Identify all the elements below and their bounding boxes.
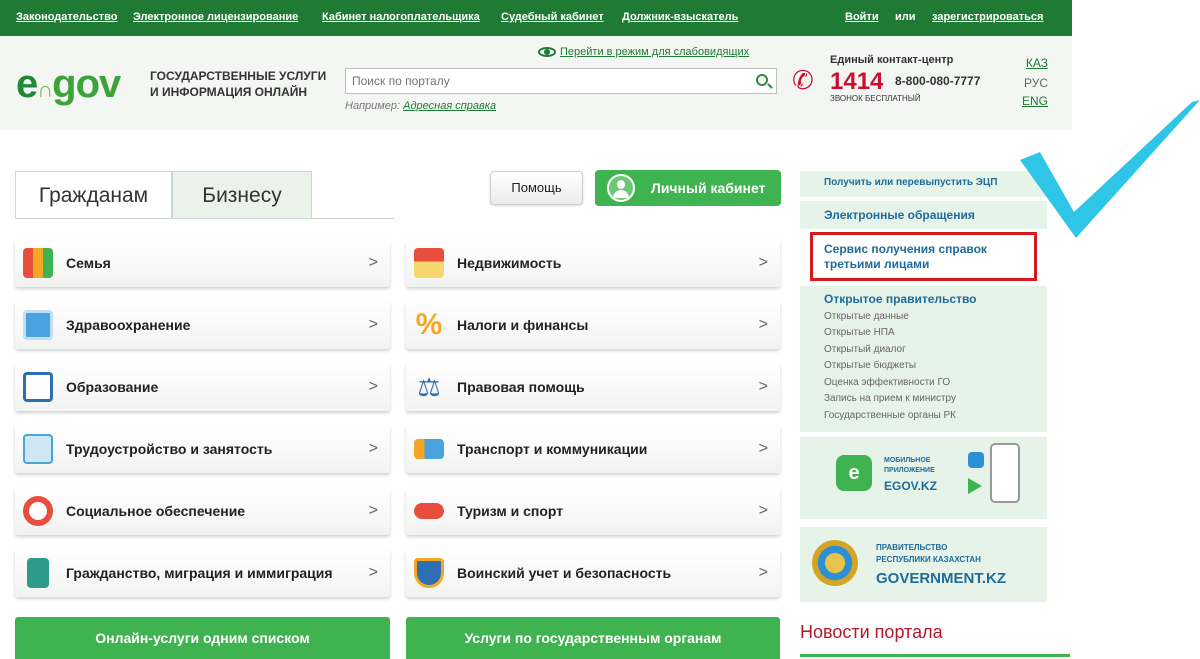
gov-label-line2: РЕСПУБЛИКИ КАЗАХСТАН	[876, 555, 981, 564]
news-underline	[800, 654, 1070, 657]
first-aid-icon	[23, 310, 53, 340]
category-taxes[interactable]: % Налоги и финансы >	[406, 301, 780, 349]
chevron-right-icon: >	[368, 316, 378, 333]
app-label-line2: ПРИЛОЖЕНИЕ	[884, 467, 935, 474]
top-nav: Законодательство Электронное лицензирова…	[0, 0, 1072, 36]
lang-kaz[interactable]: КАЗ	[1010, 56, 1048, 70]
passport-icon	[27, 558, 49, 588]
chevron-right-icon: >	[368, 502, 378, 519]
contact-short-number: 1414	[830, 68, 884, 95]
egov-app-icon: e	[836, 455, 872, 491]
chevron-right-icon: >	[758, 564, 768, 581]
category-transport[interactable]: Транспорт и коммуникации >	[406, 425, 780, 473]
app-name: EGOV.KZ	[884, 479, 937, 493]
contact-center-title: Единый контакт-центр	[830, 54, 954, 66]
open-gov-item[interactable]: Открытый диалог	[824, 344, 906, 355]
category-legal-aid[interactable]: ⚖ Правовая помощь >	[406, 363, 780, 411]
chevron-right-icon: >	[758, 316, 768, 333]
search-example: Например: Адресная справка	[345, 100, 497, 112]
category-military[interactable]: Воинский учет и безопасность >	[406, 549, 780, 597]
lang-rus[interactable]: РУС	[1010, 76, 1048, 90]
nav-link-court[interactable]: Судебный кабинет	[501, 11, 604, 23]
app-label-line1: МОБИЛЬНОЕ	[884, 457, 931, 464]
eye-icon	[538, 47, 556, 58]
family-icon	[23, 248, 53, 278]
chevron-right-icon: >	[368, 378, 378, 395]
header: e∩gov ГОСУДАРСТВЕННЫЕ УСЛУГИ И ИНФОРМАЦИ…	[0, 36, 1072, 130]
category-healthcare[interactable]: Здравоохранение >	[15, 301, 390, 349]
house-icon	[414, 248, 444, 278]
help-button[interactable]: Помощь	[490, 171, 583, 205]
category-tourism-sport[interactable]: Туризм и спорт >	[406, 487, 780, 535]
logo-tagline: ГОСУДАРСТВЕННЫЕ УСЛУГИ И ИНФОРМАЦИЯ ОНЛА…	[150, 69, 327, 99]
tie-icon	[23, 434, 53, 464]
category-education[interactable]: Образование >	[15, 363, 390, 411]
low-vision-link[interactable]: Перейти в режим для слабовидящих	[538, 46, 749, 58]
egov-logo[interactable]: e∩gov	[16, 64, 121, 110]
services-by-agency-button[interactable]: Услуги по государственным органам	[406, 617, 780, 659]
contact-free-label: ЗВОНОК БЕСПЛАТНЫЙ	[830, 94, 921, 103]
chevron-right-icon: >	[758, 440, 768, 457]
checkmark-icon	[1020, 100, 1200, 238]
tab-citizens[interactable]: Гражданам	[15, 171, 172, 219]
ecp-link[interactable]: Получить или перевыпустить ЭЦП	[824, 177, 997, 188]
nav-link-licensing[interactable]: Электронное лицензирование	[133, 11, 298, 23]
chevron-right-icon: >	[758, 378, 768, 395]
chevron-right-icon: >	[758, 502, 768, 519]
open-gov-item[interactable]: Оценка эффективности ГО	[824, 377, 950, 388]
online-services-list-button[interactable]: Онлайн-услуги одним списком	[15, 617, 390, 659]
search-box	[345, 68, 777, 94]
tabs-divider	[15, 218, 395, 219]
truck-icon	[414, 439, 444, 459]
category-citizenship[interactable]: Гражданство, миграция и иммиграция >	[15, 549, 390, 597]
google-play-icon[interactable]	[968, 478, 982, 494]
nav-link-legislation[interactable]: Законодательство	[16, 11, 118, 23]
gov-label-line1: ПРАВИТЕЛЬСТВО	[876, 543, 948, 552]
open-gov-item[interactable]: Открытые НПА	[824, 327, 895, 338]
open-government-title[interactable]: Открытое правительство	[824, 292, 977, 306]
personal-cabinet-button[interactable]: Личный кабинет	[595, 170, 781, 206]
register-link[interactable]: зарегистрироваться	[932, 11, 1043, 23]
open-gov-item[interactable]: Государственные органы РК	[824, 410, 956, 421]
category-social-security[interactable]: Социальное обеспечение >	[15, 487, 390, 535]
login-link[interactable]: Войти	[845, 11, 879, 23]
smartphone-icon	[990, 443, 1020, 503]
open-gov-item[interactable]: Открытые данные	[824, 311, 909, 322]
search-example-link[interactable]: Адресная справка	[403, 100, 496, 112]
book-icon	[23, 372, 53, 402]
chevron-right-icon: >	[368, 564, 378, 581]
nav-link-debtor[interactable]: Должник-взыскатель	[622, 11, 738, 23]
open-gov-item[interactable]: Запись на прием к министру	[824, 393, 956, 404]
category-family[interactable]: Семья >	[15, 239, 390, 287]
gov-name: GOVERNMENT.KZ	[876, 570, 1007, 587]
app-store-icon[interactable]	[968, 452, 984, 468]
portal-news-title: Новости портала	[800, 622, 943, 642]
phone-icon: ✆	[792, 65, 814, 95]
percent-icon: %	[415, 308, 443, 341]
chevron-right-icon: >	[758, 254, 768, 271]
user-icon	[607, 174, 635, 202]
search-icon[interactable]	[756, 74, 768, 86]
snorkel-mask-icon	[414, 503, 444, 519]
search-input[interactable]	[346, 69, 746, 93]
or-text: или	[895, 11, 916, 23]
shield-icon	[414, 558, 444, 588]
chevron-right-icon: >	[368, 440, 378, 457]
third-party-certificates-link[interactable]: Сервис получения справок третьими лицами	[824, 242, 987, 272]
open-gov-item[interactable]: Открытые бюджеты	[824, 360, 916, 371]
kazakhstan-emblem-icon	[812, 540, 858, 586]
tab-business[interactable]: Бизнесу	[172, 171, 312, 219]
chevron-right-icon: >	[368, 254, 378, 271]
category-real-estate[interactable]: Недвижимость >	[406, 239, 780, 287]
scales-icon: ⚖	[417, 372, 441, 402]
contact-phone-number: 8-800-080-7777	[895, 74, 981, 88]
lifebuoy-icon	[23, 496, 53, 526]
nav-link-taxpayer[interactable]: Кабинет налогоплательщика	[322, 11, 480, 23]
category-employment[interactable]: Трудоустройство и занятость >	[15, 425, 390, 473]
e-appeals-link[interactable]: Электронные обращения	[824, 208, 975, 222]
